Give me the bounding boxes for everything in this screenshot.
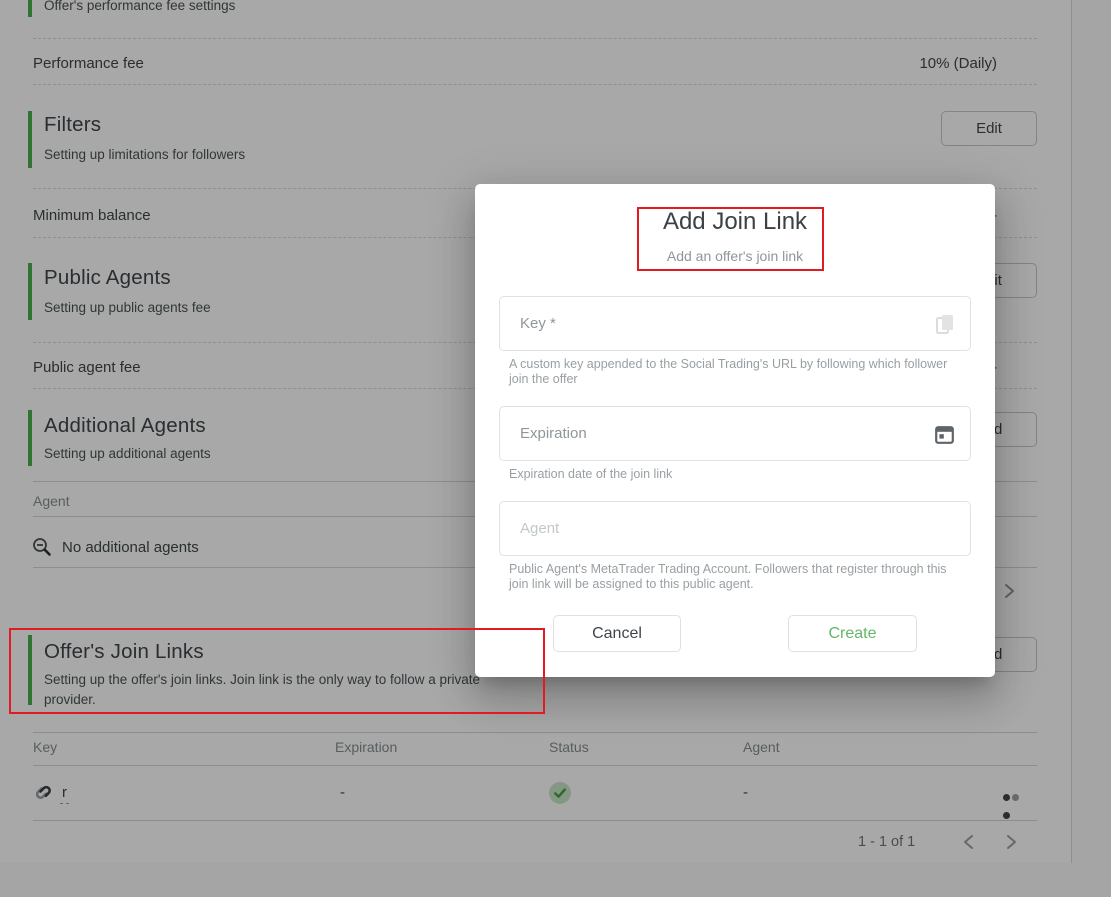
dialog-subtitle: Add an offer's join link: [666, 248, 804, 264]
agent-field-helper: Public Agent's MetaTrader Trading Accoun…: [509, 562, 947, 591]
cancel-button[interactable]: Cancel: [553, 615, 681, 652]
add-join-link-dialog: Add Join Link Add an offer's join link K…: [475, 184, 995, 677]
expiration-field-label: Expiration: [520, 425, 587, 442]
calendar-icon[interactable]: [935, 425, 954, 449]
key-field-helper: A custom key appended to the Social Trad…: [509, 357, 948, 386]
agent-field[interactable]: Agent: [499, 501, 971, 556]
screen: Offer's performance fee settings Perform…: [0, 0, 1111, 897]
dialog-title: Add Join Link: [662, 208, 808, 235]
agent-field-label: Agent: [520, 520, 560, 537]
expiration-field-helper: Expiration date of the join link: [509, 467, 673, 481]
create-button[interactable]: Create: [788, 615, 917, 652]
copy-icon[interactable]: [936, 314, 954, 340]
key-field[interactable]: Key *: [499, 296, 971, 351]
expiration-field[interactable]: Expiration: [499, 406, 971, 461]
key-field-label: Key *: [520, 315, 556, 332]
